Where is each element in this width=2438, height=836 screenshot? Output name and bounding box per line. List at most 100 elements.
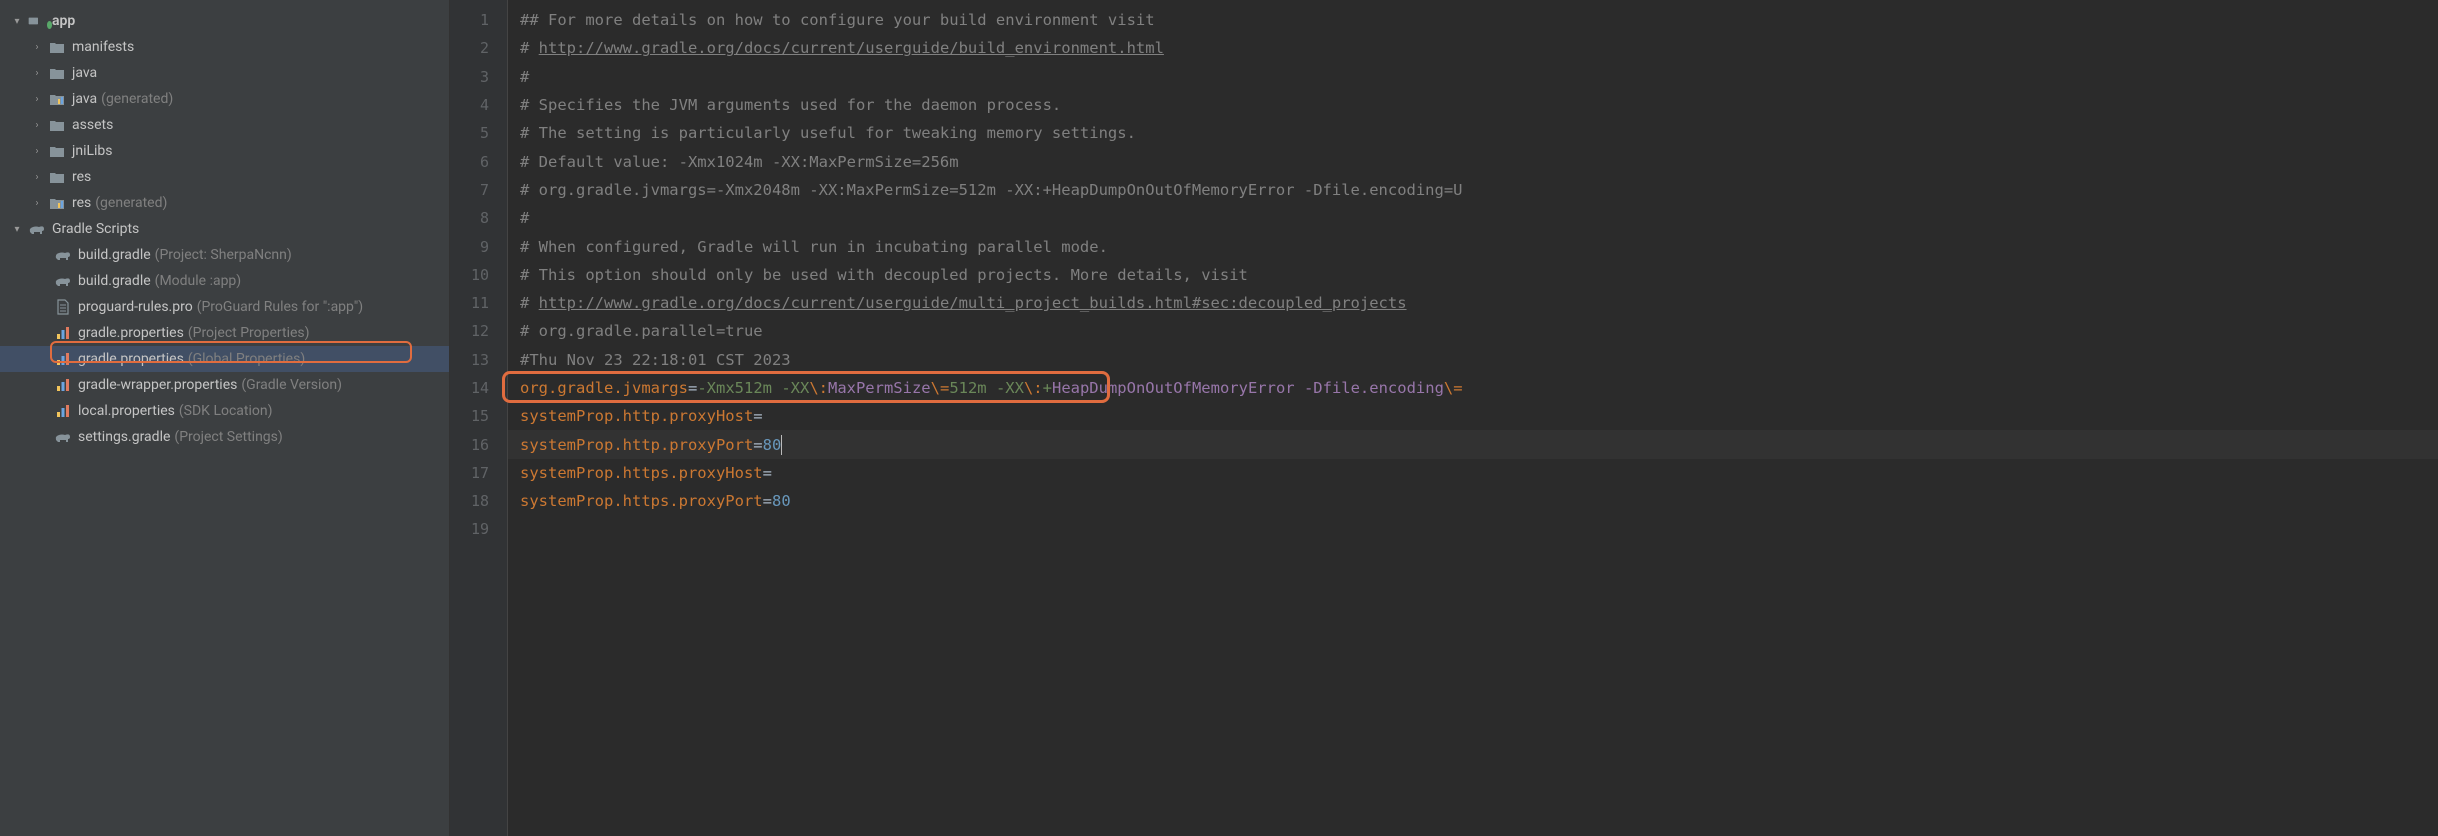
code-key: systemProp.https.proxyPort [520, 492, 763, 510]
code-value: -Xmx512m -XX [697, 379, 809, 397]
line-number: 1 [450, 6, 507, 34]
tree-label: app [52, 13, 75, 29]
text-caret [781, 435, 782, 455]
folder-icon [48, 194, 66, 212]
chevron-right-icon: › [30, 170, 44, 184]
code-key: systemProp.http.proxyPort [520, 436, 753, 454]
tree-label: assets [72, 117, 113, 133]
code-text: # [520, 294, 539, 312]
code-text: # Default value: -Xmx1024m -XX:MaxPermSi… [520, 153, 959, 171]
tree-item-folder[interactable]: ›java(generated) [0, 86, 449, 112]
code-key: org.gradle.jvmargs [520, 379, 688, 397]
line-number: 9 [450, 232, 507, 260]
code-text: # [520, 39, 539, 57]
chevron-right-icon: › [30, 118, 44, 132]
tree-item-gradle-file[interactable]: settings.gradle(Project Settings) [0, 424, 449, 450]
tree-item-gradle-scripts[interactable]: ▾ Gradle Scripts [0, 216, 449, 242]
tree-item-gradle-file[interactable]: proguard-rules.pro(ProGuard Rules for ":… [0, 294, 449, 320]
code-text: # [520, 68, 529, 86]
code-text: # org.gradle.jvmargs=-Xmx2048m -XX:MaxPe… [520, 181, 1463, 199]
tree-note: (Project: SherpaNcnn) [155, 247, 292, 263]
module-icon [28, 12, 46, 30]
line-number: 18 [450, 487, 507, 515]
line-number-gutter: 12345678910111213141516171819 [450, 0, 508, 836]
code-link[interactable]: http://www.gradle.org/docs/current/userg… [539, 39, 1164, 57]
code-text: # The setting is particularly useful for… [520, 124, 1136, 142]
code-escape: \: [809, 379, 828, 397]
chevron-down-icon: ▾ [10, 222, 24, 236]
tree-label: java [72, 65, 97, 81]
tree-note: (ProGuard Rules for ":app") [197, 299, 363, 315]
tree-note: (Global Properties) [188, 351, 305, 367]
tree-label: gradle.properties [78, 351, 184, 367]
line-number: 6 [450, 147, 507, 175]
code-key: systemProp.http.proxyHost [520, 407, 753, 425]
line-number: 8 [450, 204, 507, 232]
tree-label: manifests [72, 39, 134, 55]
code-value: MaxPermSize [828, 379, 931, 397]
code-content[interactable]: ## For more details on how to configure … [508, 0, 2438, 836]
code-link[interactable]: http://www.gradle.org/docs/current/userg… [539, 294, 1407, 312]
code-value: 512m -XX [949, 379, 1024, 397]
folder-icon [48, 90, 66, 108]
code-text: # [520, 209, 529, 227]
chevron-right-icon: › [30, 92, 44, 106]
chevron-right-icon: › [30, 144, 44, 158]
folder-icon [48, 168, 66, 186]
tree-label: jniLibs [72, 143, 113, 159]
folder-icon [48, 38, 66, 56]
tree-label: java [72, 91, 97, 107]
tree-item-folder[interactable]: › res(generated) [0, 190, 449, 216]
tree-note: (SDK Location) [179, 403, 273, 419]
tree-note: (Project Properties) [188, 325, 310, 341]
tree-item-folder[interactable]: ›res [0, 164, 449, 190]
line-number: 13 [450, 346, 507, 374]
properties-icon [54, 402, 72, 420]
project-tree-sidebar: ▾ app ›manifests›java›java(generated)›as… [0, 0, 450, 836]
tree-item-app-module[interactable]: ▾ app [0, 8, 449, 34]
line-number: 15 [450, 402, 507, 430]
tree-label: build.gradle [78, 273, 151, 289]
tree-label: build.gradle [78, 247, 151, 263]
code-value: + [1043, 379, 1052, 397]
tree-item-gradle-file[interactable]: build.gradle(Project: SherpaNcnn) [0, 242, 449, 268]
line-number: 16 [450, 430, 507, 458]
tree-note: (Gradle Version) [241, 377, 342, 393]
code-value: HeapDumpOnOutOfMemoryError -Dfile.encodi… [1052, 379, 1444, 397]
chevron-right-icon: › [30, 196, 44, 210]
line-number: 12 [450, 317, 507, 345]
code-key: systemProp.https.proxyHost [520, 464, 763, 482]
tree-item-folder[interactable]: ›java [0, 60, 449, 86]
tree-item-gradle-file[interactable]: build.gradle(Module :app) [0, 268, 449, 294]
code-editor[interactable]: 12345678910111213141516171819 ## For mor… [450, 0, 2438, 836]
tree-item-folder[interactable]: ›manifests [0, 34, 449, 60]
tree-item-gradle-file[interactable]: local.properties(SDK Location) [0, 398, 449, 424]
code-text: #Thu Nov 23 22:18:01 CST 2023 [520, 351, 791, 369]
tree-item-gradle-file[interactable]: gradle.properties(Project Properties) [0, 320, 449, 346]
tree-item-gradle-file[interactable]: gradle-wrapper.properties(Gradle Version… [0, 372, 449, 398]
tree-note: (generated) [95, 195, 167, 211]
code-escape: \: [1024, 379, 1043, 397]
tree-label: proguard-rules.pro [78, 299, 193, 315]
folder-icon [48, 116, 66, 134]
gradle-elephant-icon [54, 428, 72, 446]
tree-item-folder[interactable]: › jniLibs [0, 138, 449, 164]
properties-icon [54, 350, 72, 368]
code-escape: \= [931, 379, 950, 397]
line-number: 7 [450, 176, 507, 204]
tree-note: (Module :app) [155, 273, 242, 289]
tree-item-gradle-file[interactable]: gradle.properties(Global Properties) [0, 346, 449, 372]
code-value: 80 [763, 436, 782, 454]
tree-label: res [72, 195, 91, 211]
properties-icon [54, 324, 72, 342]
folder-icon [48, 142, 66, 160]
line-number: 14 [450, 374, 507, 402]
line-number: 17 [450, 459, 507, 487]
gradle-elephant-icon [54, 272, 72, 290]
tree-item-folder[interactable]: › assets [0, 112, 449, 138]
code-text: # This option should only be used with d… [520, 266, 1248, 284]
line-number: 2 [450, 34, 507, 62]
properties-icon [54, 376, 72, 394]
gradle-elephant-icon [28, 220, 46, 238]
tree-label: Gradle Scripts [52, 221, 139, 237]
